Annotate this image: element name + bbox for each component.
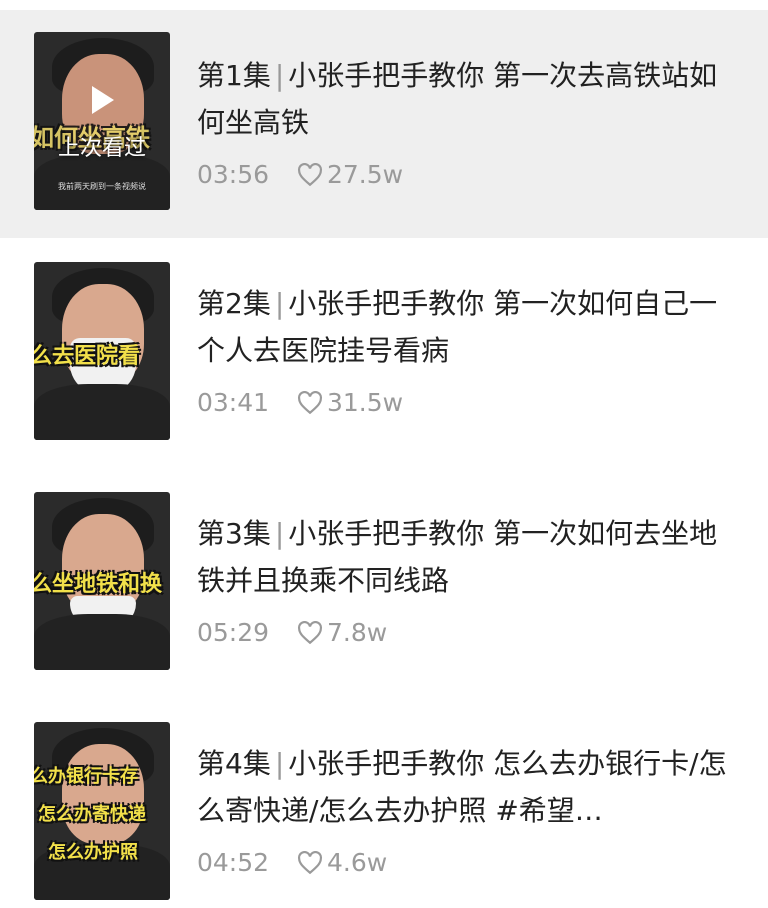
duration: 04:52: [197, 848, 270, 877]
episode-title[interactable]: 第3集 | 小张手把手教你 第一次如何去坐地铁并且换乘不同线路: [197, 510, 737, 604]
episode-thumbnail[interactable]: 么坐地铁和换: [34, 492, 170, 670]
thumb-caption: 怎么办护照: [48, 842, 138, 863]
episode-thumbnail[interactable]: 么去医院看: [34, 262, 170, 440]
episode-meta: 03:41 31.5w: [197, 388, 403, 417]
episode-title[interactable]: 第2集 | 小张手把手教你 第一次如何自己一个人去医院挂号看病: [197, 280, 737, 374]
episode-meta: 05:29 7.8w: [197, 618, 387, 647]
episode-item-2[interactable]: 么去医院看 第2集 | 小张手把手教你 第一次如何自己一个人去医院挂号看病 03:4…: [0, 238, 768, 468]
duration: 03:56: [197, 160, 270, 189]
duration: 03:41: [197, 388, 270, 417]
thumb-caption: 么办银行卡存: [34, 766, 138, 787]
episode-thumbnail[interactable]: 么办银行卡存 怎么办寄快递 怎么办护照: [34, 722, 170, 900]
thumb-caption: 怎么办寄快递: [38, 804, 146, 825]
title-separator: |: [274, 747, 285, 780]
like-count: 4.6w: [327, 848, 388, 877]
episode-meta: 04:52 4.6w: [197, 848, 387, 877]
play-icon[interactable]: [92, 86, 114, 114]
thumb-face: [62, 744, 144, 844]
thumb-caption: 么去医院看: [34, 344, 141, 369]
watched-label: 上次看过: [57, 136, 146, 161]
episode-item-1[interactable]: 如何坐高铁 上次看过 我前两天刷到一条视频说 第1集 | 小张手把手教你 第一次去高…: [0, 10, 768, 238]
duration: 05:29: [197, 618, 270, 647]
episode-number: 第1集: [197, 59, 271, 92]
title-separator: |: [274, 517, 285, 550]
episode-item-4[interactable]: 么办银行卡存 怎么办寄快递 怎么办护照 第4集 | 小张手把手教你 怎么去办银行卡/…: [0, 698, 768, 908]
heart-outline-icon: [298, 620, 322, 644]
thumb-caption: 么坐地铁和换: [34, 572, 163, 597]
episode-meta: 03:56 27.5w: [197, 160, 403, 189]
title-separator: |: [274, 59, 285, 92]
episode-list: 如何坐高铁 上次看过 我前两天刷到一条视频说 第1集 | 小张手把手教你 第一次去高…: [0, 0, 768, 908]
episode-number: 第4集: [197, 747, 271, 780]
episode-item-3[interactable]: 么坐地铁和换 第3集 | 小张手把手教你 第一次如何去坐地铁并且换乘不同线路 05:…: [0, 468, 768, 698]
thumb-body: [34, 384, 170, 440]
heart-outline-icon: [298, 390, 322, 414]
title-separator: |: [274, 287, 285, 320]
like-count: 31.5w: [327, 388, 404, 417]
episode-thumbnail[interactable]: 如何坐高铁 上次看过 我前两天刷到一条视频说: [34, 32, 170, 210]
episode-title[interactable]: 第4集 | 小张手把手教你 怎么去办银行卡/怎么寄快递/怎么去办护照 #希望…: [197, 740, 737, 834]
thumb-small-text: 我前两天刷到一条视频说: [58, 182, 146, 191]
episode-number: 第3集: [197, 517, 271, 550]
like-count: 27.5w: [327, 160, 404, 189]
episode-number: 第2集: [197, 287, 271, 320]
thumb-body: [34, 614, 170, 670]
episode-title[interactable]: 第1集 | 小张手把手教你 第一次去高铁站如何坐高铁: [197, 52, 737, 146]
heart-outline-icon: [298, 162, 322, 186]
like-count: 7.8w: [327, 618, 388, 647]
heart-outline-icon: [298, 850, 322, 874]
